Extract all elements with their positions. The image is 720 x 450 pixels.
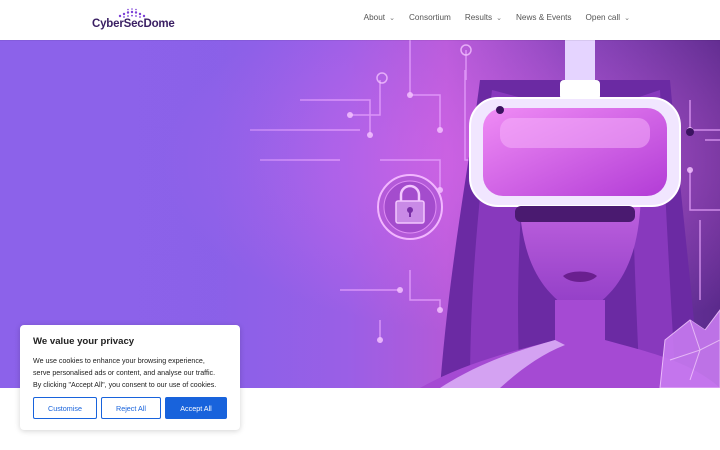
customise-button[interactable]: Customise — [33, 397, 97, 419]
site-logo[interactable]: CyberSecDome — [92, 8, 175, 34]
chevron-down-icon: ⌄ — [389, 14, 395, 22]
cookie-text-line: serve personalised ads or content, and a… — [33, 369, 216, 377]
reject-all-button[interactable]: Reject All — [101, 397, 161, 419]
nav-item-label: Consortium — [408, 13, 451, 22]
logo-dome-icon — [118, 8, 146, 18]
nav-item-label: Results — [464, 13, 493, 22]
nav-item-about[interactable]: About ⌄ — [364, 13, 395, 22]
nav-item-news-events[interactable]: News & Events — [516, 13, 572, 22]
cookie-title: We value your privacy — [33, 336, 135, 347]
accept-all-button[interactable]: Accept All — [165, 397, 227, 419]
cookie-text-line: We use cookies to enhance your browsing … — [33, 357, 205, 365]
cookie-text-line: By clicking "Accept All", you consent to… — [33, 381, 217, 389]
site-header: CyberSecDome About ⌄ Consortium Results … — [0, 0, 720, 40]
padlock-icon — [377, 174, 443, 240]
cookie-consent-banner: We value your privacy We use cookies to … — [20, 325, 240, 430]
cookie-description: We use cookies to enhance your browsing … — [33, 355, 227, 391]
brand-name: CyberSecDome — [92, 18, 175, 30]
nav-item-label: About — [363, 13, 386, 22]
nav-item-label: News & Events — [516, 13, 572, 22]
nav-item-results[interactable]: Results ⌄ — [465, 13, 502, 22]
nav-item-label: Open call — [585, 13, 621, 22]
cookie-buttons: Customise Reject All Accept All — [33, 397, 227, 419]
chevron-down-icon: ⌄ — [624, 14, 630, 22]
nav-item-open-call[interactable]: Open call ⌄ — [586, 13, 630, 22]
nav-item-consortium[interactable]: Consortium — [409, 13, 451, 22]
main-nav: About ⌄ Consortium Results ⌄ News & Even… — [350, 13, 630, 22]
chevron-down-icon: ⌄ — [496, 14, 503, 22]
